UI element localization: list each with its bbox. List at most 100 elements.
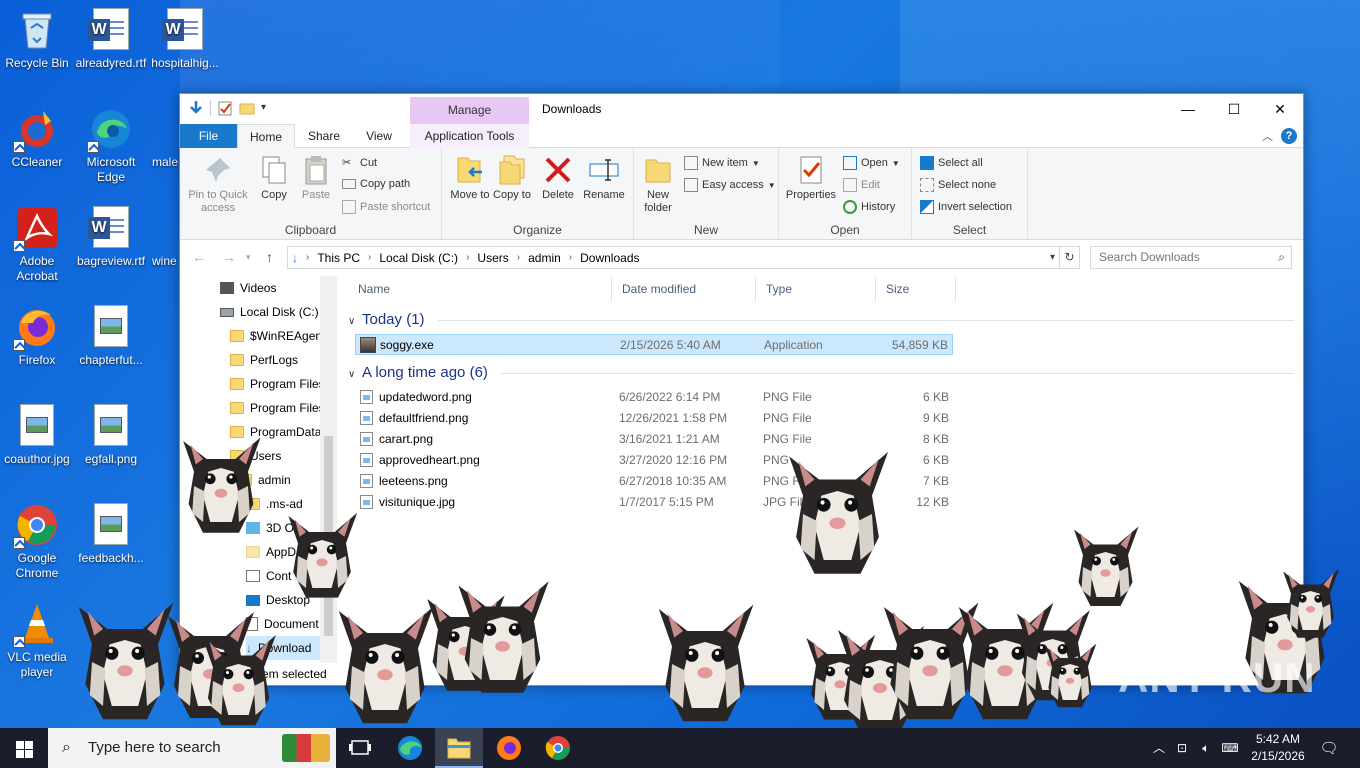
breadcrumb-downloads[interactable]: Downloads (580, 251, 639, 265)
tab-share[interactable]: Share (300, 124, 348, 148)
nav-item-contacts[interactable]: Cont (246, 564, 291, 588)
nav-item-documents[interactable]: Document (246, 612, 319, 636)
nav-item-perflogs[interactable]: PerfLogs (230, 348, 298, 372)
history-button[interactable]: History (843, 200, 895, 214)
invert-selection-button[interactable]: Invert selection (920, 200, 1012, 214)
start-button[interactable] (0, 728, 48, 768)
address-bar[interactable]: ↓ › This PC › Local Disk (C:) › Users › … (287, 246, 1060, 269)
desktop-icon-recycle-bin[interactable]: Recycle Bin (0, 8, 74, 71)
keyboard-icon[interactable]: ⌨ (1220, 728, 1240, 768)
desktop-icon-chapterfut[interactable]: chapterfut... (74, 305, 148, 368)
address-dropdown-icon[interactable]: ▾ (1050, 252, 1055, 263)
breadcrumb-local-disk[interactable]: Local Disk (C:) (379, 251, 458, 265)
column-header-type[interactable]: Type (756, 276, 876, 302)
collapse-ribbon-icon[interactable]: ︿ (1262, 128, 1273, 144)
easy-access-button[interactable]: Easy access ▼ (684, 178, 776, 192)
nav-item-desktop[interactable]: Desktop (246, 588, 310, 612)
search-input[interactable]: Search Downloads ⌕ (1090, 246, 1292, 269)
tab-manage[interactable]: Manage (410, 97, 529, 124)
desktop-icon-egfall[interactable]: egfall.png (74, 404, 148, 467)
desktop-icon-vlc[interactable]: VLC media player (0, 602, 74, 680)
properties-check-icon[interactable] (217, 100, 233, 116)
nav-item-program-files-x86[interactable]: Program Files (230, 396, 325, 420)
desktop-icon-alreadyred[interactable]: W alreadyred.rtf (74, 8, 148, 71)
chrome-taskbar-icon[interactable] (534, 728, 582, 768)
nav-item-winreagent[interactable]: $WinREAgent (230, 324, 325, 348)
file-row[interactable]: visitunique.jpg 1/7/2017 5:15 PM JPG Fil… (355, 492, 953, 513)
tab-home[interactable]: Home (237, 124, 295, 149)
file-row[interactable]: updatedword.png 6/26/2022 6:14 PM PNG Fi… (355, 387, 953, 408)
copy-button[interactable]: Copy (256, 154, 292, 202)
refresh-icon[interactable]: ↻ (1060, 246, 1080, 269)
desktop-icon-adobe-acrobat[interactable]: Adobe Acrobat (0, 206, 74, 284)
new-folder-button[interactable]: New folder (638, 154, 678, 215)
file-row[interactable]: defaultfriend.png 12/26/2021 1:58 PM PNG… (355, 408, 953, 429)
copy-to-button[interactable]: Copy to (492, 154, 532, 202)
desktop-icon-ccleaner[interactable]: CCleaner (0, 107, 74, 170)
breadcrumb-users[interactable]: Users (477, 251, 508, 265)
chevron-down-icon[interactable]: ▾ (261, 100, 271, 116)
pin-to-quick-access-button[interactable]: Pin to Quick access (186, 154, 250, 215)
desktop-icon-chrome[interactable]: Google Chrome (0, 503, 74, 581)
down-arrow-icon[interactable] (188, 100, 204, 116)
notification-center-icon[interactable]: 🗨︎ (1316, 728, 1342, 768)
file-row[interactable]: carart.png 3/16/2021 1:21 AM PNG File 8 … (355, 429, 953, 450)
back-arrow-icon[interactable]: ← (192, 249, 206, 265)
breadcrumb-admin[interactable]: admin (528, 251, 561, 265)
volume-icon[interactable]: 🔈︎ (1196, 728, 1216, 768)
copy-path-button[interactable]: Copy path (342, 178, 410, 190)
task-view-icon[interactable] (336, 728, 384, 768)
file-explorer-taskbar-icon[interactable] (435, 728, 483, 768)
desktop-icon-hospitalhig[interactable]: W hospitalhig... (148, 8, 222, 71)
network-icon[interactable]: ⊡ (1172, 728, 1192, 768)
help-icon[interactable]: ? (1281, 128, 1297, 144)
group-header-a-long-time-ago[interactable]: ∨ A long time ago (6) (348, 362, 1294, 384)
tab-file[interactable]: File (180, 124, 237, 148)
desktop-icon-coauthor[interactable]: coauthor.jpg (0, 404, 74, 467)
paste-button[interactable]: Paste (298, 154, 334, 202)
select-none-button[interactable]: Select none (920, 178, 996, 192)
tab-view[interactable]: View (358, 124, 400, 148)
edge-taskbar-icon[interactable] (386, 728, 434, 768)
nav-item-ms-ad[interactable]: .ms-ad (246, 492, 303, 516)
nav-item-appdata[interactable]: AppDa (246, 540, 303, 564)
delete-button[interactable]: Delete (538, 154, 578, 202)
column-header-date[interactable]: Date modified (612, 276, 756, 302)
nav-item-programdata[interactable]: ProgramData (230, 420, 321, 444)
new-folder-icon[interactable] (239, 100, 255, 116)
select-all-button[interactable]: Select all (920, 156, 983, 170)
desktop-icon-bagreview[interactable]: W bagreview.rtf (74, 206, 148, 269)
nav-item-admin[interactable]: admin (238, 468, 291, 492)
taskbar-search-input[interactable]: ⌕ Type here to search (48, 728, 336, 768)
maximize-button[interactable]: ☐ (1211, 94, 1257, 124)
column-header-name[interactable]: Name (348, 276, 612, 302)
nav-item-local-disk[interactable]: Local Disk (C:) (220, 300, 319, 324)
breadcrumb-this-pc[interactable]: This PC (317, 251, 360, 265)
file-row[interactable]: soggy.exe 2/15/2026 5:40 AM Application … (355, 334, 953, 355)
new-item-button[interactable]: New item ▼ (684, 156, 760, 170)
open-button[interactable]: Open ▼ (843, 156, 900, 170)
taskbar-clock[interactable]: 5:42 AM 2/15/2026 (1240, 731, 1316, 765)
nav-item-3d-objects[interactable]: 3D Ob (246, 516, 301, 540)
move-to-button[interactable]: Move to (450, 154, 490, 202)
rename-button[interactable]: Rename (582, 154, 626, 202)
recent-locations-chevron-icon[interactable]: ▾ (246, 252, 251, 263)
cut-button[interactable]: ✂ Cut (342, 156, 377, 170)
column-header-size[interactable]: Size (876, 276, 956, 302)
file-row[interactable]: leeteens.png 6/27/2018 10:35 AM PNG F 7 … (355, 471, 953, 492)
nav-item-users[interactable]: Users (230, 444, 281, 468)
nav-item-downloads[interactable]: ↓ Download (246, 636, 320, 660)
up-arrow-icon[interactable]: ↑ (266, 249, 273, 265)
desktop-icon-edge[interactable]: Microsoft Edge (74, 107, 148, 185)
close-button[interactable]: ✕ (1257, 94, 1303, 124)
file-row[interactable]: approvedheart.png 3/27/2020 12:16 PM PNG… (355, 450, 953, 471)
nav-item-videos[interactable]: Videos (220, 276, 276, 300)
desktop-icon-feedbackh[interactable]: feedbackh... (74, 503, 148, 566)
properties-button[interactable]: Properties (783, 154, 839, 202)
nav-scrollbar[interactable] (320, 276, 337, 669)
tab-application-tools[interactable]: Application Tools (410, 124, 529, 148)
minimize-button[interactable]: — (1165, 94, 1211, 124)
firefox-taskbar-icon[interactable] (485, 728, 533, 768)
desktop-icon-firefox[interactable]: Firefox (0, 305, 74, 368)
show-hidden-icons-chevron-icon[interactable]: ︿ (1150, 728, 1168, 768)
